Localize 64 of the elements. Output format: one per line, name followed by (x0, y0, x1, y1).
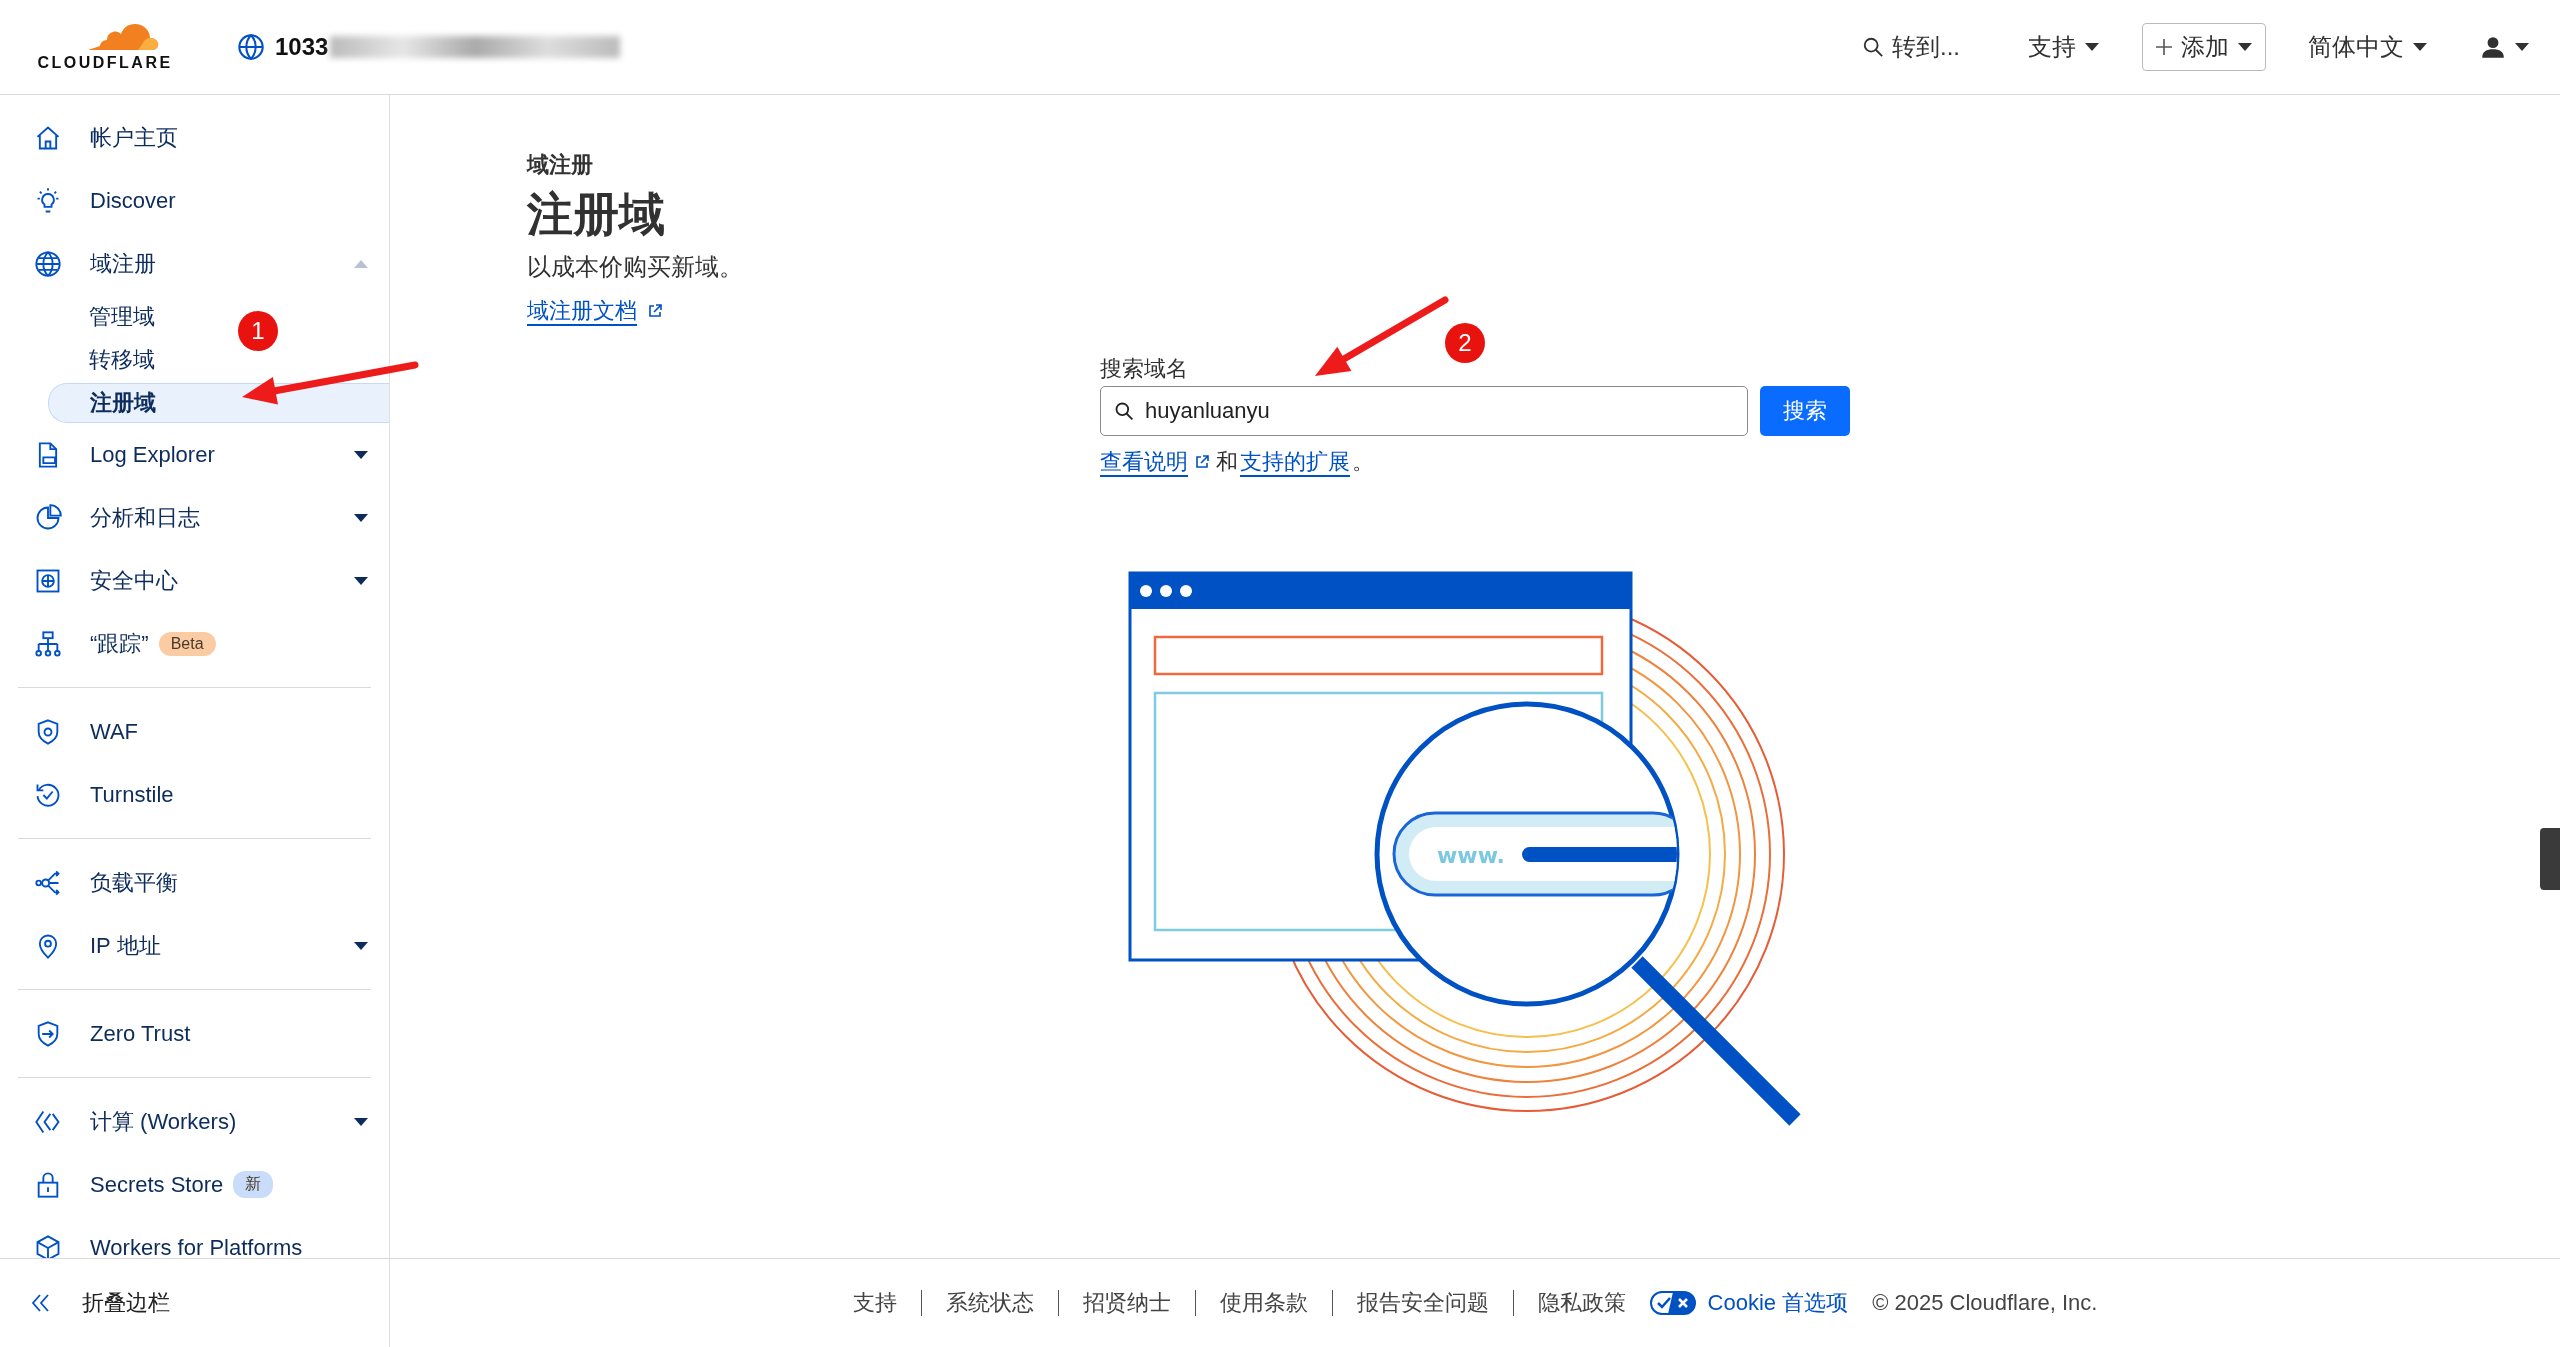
double-chevron-icon (30, 1293, 52, 1313)
account-name[interactable]: 1033 (275, 33, 329, 61)
caret-icon (2412, 42, 2428, 52)
breadcrumb[interactable]: 域注册 (527, 150, 2560, 180)
footer-link[interactable]: 报告安全问题 (1356, 1288, 1489, 1318)
caret-icon (2514, 42, 2530, 52)
badge: 新 (233, 1171, 274, 1198)
help-link[interactable]: 查看说明 (1100, 448, 1188, 476)
sidebar-item[interactable]: Turnstile (0, 763, 389, 826)
menu-dropdown[interactable]: 支持 (2018, 23, 2110, 71)
plus-icon (2155, 38, 2173, 56)
help-text: 查看说明 和 支持的扩展。 (1100, 448, 1375, 476)
copyright: © 2025 Cloudflare, Inc. (1872, 1290, 2098, 1316)
search-icon (1862, 36, 1884, 58)
globe-icon (34, 249, 62, 278)
user-icon (2480, 34, 2506, 60)
cloudflare-logo[interactable]: CLOUDFLARE (25, 16, 185, 72)
sidebar-item[interactable]: 负载平衡 (0, 851, 389, 914)
privacy-choices-icon (1649, 1291, 1696, 1315)
sidebar-subitem[interactable]: 转移域 (89, 338, 155, 381)
cookie-preferences-link[interactable]: Cookie 首选项 (1707, 1288, 1849, 1318)
cube-icon (34, 1233, 62, 1258)
footer-link[interactable]: 系统状态 (945, 1288, 1034, 1318)
sidebar-item[interactable]: IP 地址 (0, 914, 389, 977)
globe-icon (237, 33, 265, 61)
collapse-sidebar-button[interactable]: 折叠边栏 (0, 1258, 389, 1347)
sidebar-item[interactable]: Secrets Store 新 (0, 1153, 389, 1216)
sidebar-item[interactable]: Workers for Platforms (0, 1216, 389, 1258)
badge: Beta (158, 631, 216, 656)
sidebar-item[interactable]: “跟踪” Beta (0, 612, 389, 675)
go-to-search[interactable]: 转到... (1852, 23, 1970, 71)
sidebar-item[interactable]: 安全中心 (0, 549, 389, 612)
docs-link[interactable]: 域注册文档 (527, 296, 637, 326)
search-icon (1114, 401, 1134, 421)
sidebar-item[interactable]: 域注册 (0, 232, 389, 295)
external-link-icon (647, 303, 663, 319)
menu-dropdown[interactable]: 简体中文 (2298, 23, 2438, 71)
sidebar-item[interactable]: Zero Trust (0, 1002, 389, 1065)
sidebar-item[interactable]: 计算 (Workers) (0, 1090, 389, 1153)
footer-link[interactable]: 招贤纳士 (1082, 1288, 1171, 1318)
search-label: 搜索域名 (1100, 356, 1189, 382)
sidebar-item[interactable]: WAF (0, 700, 389, 763)
sidebar-item[interactable]: 帐户主页 (0, 106, 389, 169)
hierarchy-icon (34, 629, 62, 658)
footer-link[interactable]: 支持 (852, 1288, 897, 1318)
add-button[interactable]: 添加 (2142, 23, 2266, 71)
search-button[interactable]: 搜索 (1760, 386, 1850, 436)
caret-icon (2084, 42, 2100, 52)
footer-link[interactable]: 使用条款 (1219, 1288, 1308, 1318)
sidebar-item[interactable]: 分析和日志 (0, 486, 389, 549)
page-title: 注册域 (527, 187, 666, 242)
step-number-badge: 1 (238, 311, 278, 351)
sidebar-subitem[interactable]: 注册域 (48, 383, 389, 423)
pie-chart-icon (34, 503, 62, 532)
step-number-badge: 2 (1445, 323, 1485, 363)
page-subtitle: 以成本价购买新域。 (527, 252, 744, 282)
sidebar-item[interactable]: Discover (0, 169, 389, 232)
sidebar-item[interactable]: Log Explorer (0, 423, 389, 486)
sidebar-subitem[interactable]: 管理域 (89, 295, 155, 338)
caret-icon (2237, 42, 2253, 52)
footer-link[interactable]: 隐私政策 (1537, 1288, 1626, 1318)
domain-search-field[interactable]: huyanluanyu (1100, 386, 1748, 436)
help-link[interactable]: 支持的扩展 (1240, 448, 1350, 476)
network-nodes-icon (34, 868, 62, 897)
